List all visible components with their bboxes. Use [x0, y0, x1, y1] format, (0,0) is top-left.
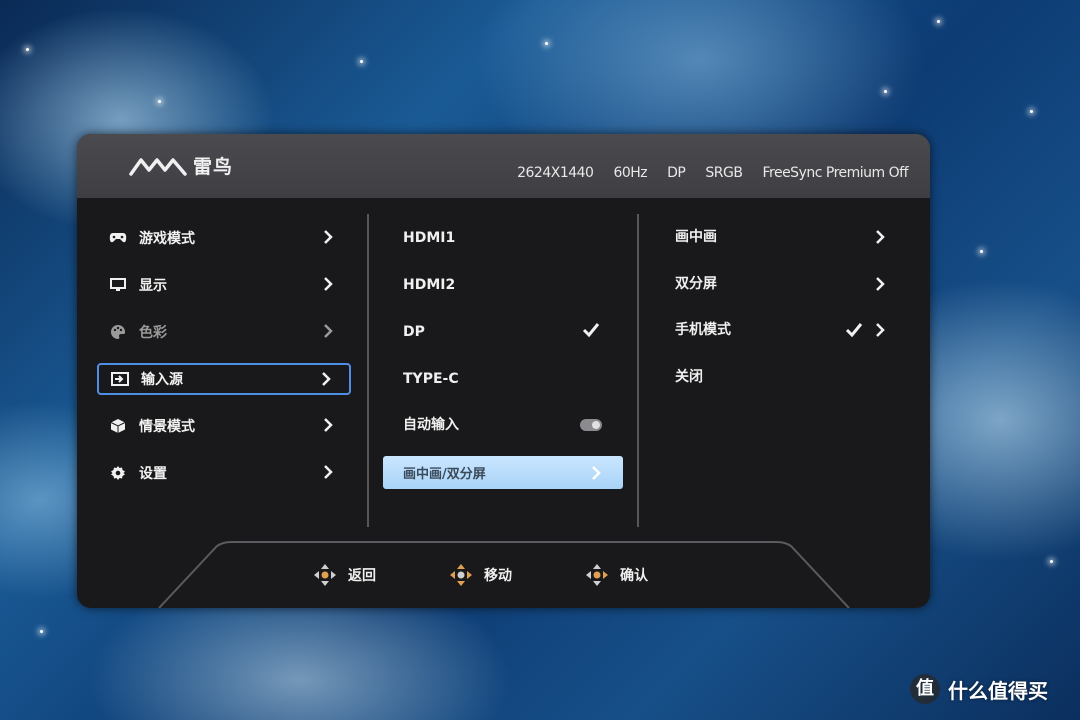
chevron-right-icon [876, 323, 885, 337]
hint-move-label: 移动 [484, 568, 512, 584]
chevron-right-icon [324, 324, 333, 338]
checkmark-icon [845, 323, 863, 338]
menu-item-label: 游戏模式 [139, 231, 195, 247]
freesync-label: FreeSync Premium Off [762, 165, 908, 181]
menu-item-input-source[interactable]: 输入源 [97, 363, 351, 395]
gamepad-icon [109, 229, 127, 247]
menu-item-label: 色彩 [139, 325, 167, 341]
star [545, 42, 548, 45]
chevron-right-icon [876, 230, 885, 244]
menu-item-label: 情景模式 [139, 419, 195, 435]
osd-header: 雷鸟 2624X1440 60Hz DP SRGB FreeSync Premi… [77, 134, 930, 198]
brand-logo: 雷鸟 [129, 152, 233, 179]
star [980, 250, 983, 253]
palette-icon [109, 323, 127, 341]
hint-confirm: 确认 [584, 562, 648, 588]
watermark-badge: 值 [910, 674, 940, 704]
star [26, 48, 29, 51]
pip-option-split-screen[interactable]: 双分屏 [675, 272, 717, 296]
auto-input-toggle[interactable] [580, 419, 602, 431]
dpad-icon [314, 564, 336, 586]
column-divider [637, 214, 639, 527]
input-option-dp[interactable]: DP [403, 320, 425, 344]
menu-item-label: 输入源 [141, 372, 183, 388]
chevron-right-icon [322, 372, 331, 386]
checkmark-icon [582, 323, 600, 338]
cube-icon [109, 417, 127, 435]
resolution-label: 2624X1440 [517, 165, 594, 181]
watermark-text: 什么值得买 [948, 678, 1048, 703]
refresh-rate-label: 60Hz [613, 165, 648, 181]
column-divider [367, 214, 369, 527]
chevron-right-icon [876, 277, 885, 291]
chevron-right-icon [592, 466, 601, 480]
pip-option-phone-mode[interactable]: 手机模式 [675, 318, 731, 342]
color-space-label: SRGB [705, 165, 743, 181]
input-option-hdmi1[interactable]: HDMI1 [403, 226, 455, 250]
star [1050, 560, 1053, 563]
chevron-right-icon [324, 465, 333, 479]
input-option-hdmi2[interactable]: HDMI2 [403, 273, 455, 297]
hint-back: 返回 [312, 562, 376, 588]
menu-item-label: 显示 [139, 278, 167, 294]
pip-split-option[interactable]: 画中画/双分屏 [383, 456, 623, 489]
menu-item-color[interactable]: 色彩 [97, 317, 351, 347]
input-source-icon [111, 370, 129, 388]
input-option-type-c[interactable]: TYPE-C [403, 367, 459, 391]
menu-item-scene-mode[interactable]: 情景模式 [97, 411, 351, 441]
menu-item-display[interactable]: 显示 [97, 270, 351, 300]
monitor-icon [109, 276, 127, 294]
status-bar: 2624X1440 60Hz DP SRGB FreeSync Premium … [497, 165, 908, 181]
dpad-icon [450, 564, 472, 586]
menu-item-label: 设置 [139, 466, 167, 482]
chevron-right-icon [324, 277, 333, 291]
chevron-right-icon [324, 230, 333, 244]
hint-back-label: 返回 [348, 568, 376, 584]
star [937, 20, 940, 23]
watermark: 值 什么值得买 [910, 674, 1048, 704]
hint-confirm-label: 确认 [620, 568, 648, 584]
star [884, 90, 887, 93]
auto-input-option[interactable]: 自动输入 [403, 413, 459, 437]
gear-icon [109, 464, 127, 482]
brand-name: 雷鸟 [193, 156, 234, 178]
osd-footer: 返回 移动 确认 [77, 534, 930, 608]
pip-option-picture-in-picture[interactable]: 画中画 [675, 225, 717, 249]
brand-logo-icon [129, 157, 187, 176]
dpad-icon [586, 564, 608, 586]
menu-item-settings[interactable]: 设置 [97, 458, 351, 488]
osd-menu: 雷鸟 2624X1440 60Hz DP SRGB FreeSync Premi… [77, 134, 930, 608]
pip-option-off[interactable]: 关闭 [675, 365, 703, 389]
menu-item-game-mode[interactable]: 游戏模式 [97, 223, 351, 253]
pip-split-label: 画中画/双分屏 [403, 467, 486, 482]
star [360, 60, 363, 63]
hint-move: 移动 [448, 562, 512, 588]
star [1030, 110, 1033, 113]
star [40, 630, 43, 633]
input-label: DP [667, 165, 686, 181]
chevron-right-icon [324, 418, 333, 432]
star [158, 100, 161, 103]
